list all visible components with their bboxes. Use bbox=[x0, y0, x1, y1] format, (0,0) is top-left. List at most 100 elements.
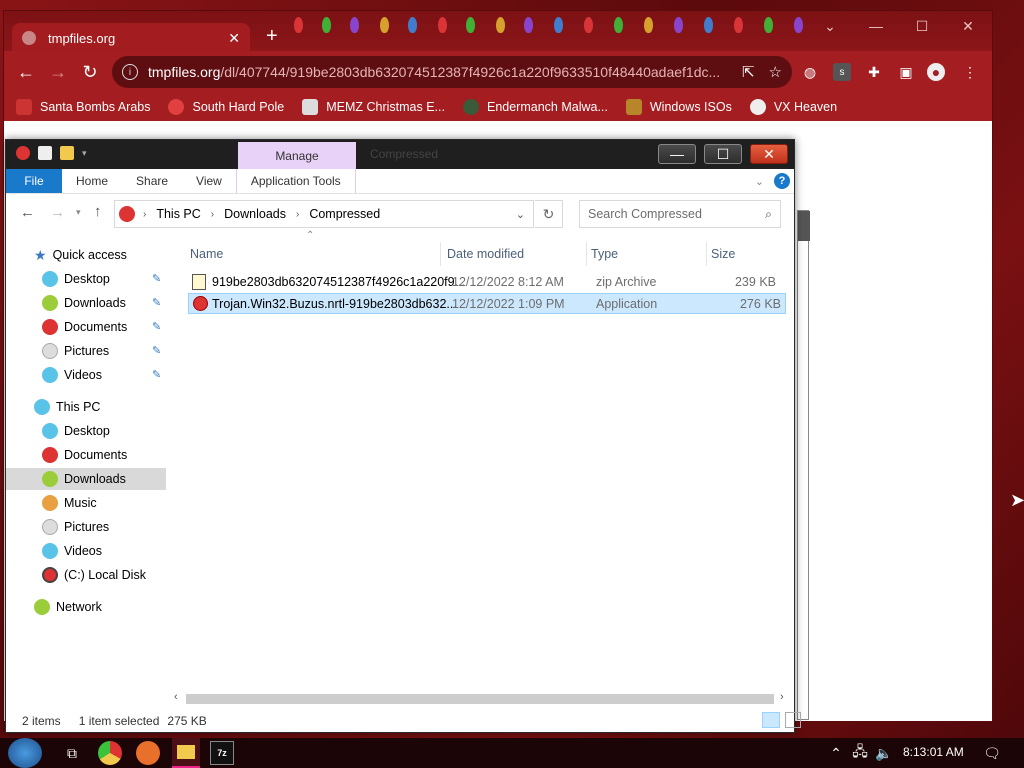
scroll-left-icon[interactable]: ‹ bbox=[174, 691, 178, 703]
address-bar[interactable]: i tmpfiles.org/dl/407744/919be2803db6320… bbox=[112, 56, 792, 88]
profile-avatar-icon[interactable]: ● bbox=[927, 63, 945, 81]
tab-home[interactable]: Home bbox=[62, 169, 122, 193]
nav-item[interactable]: (C:) Local Disk bbox=[42, 564, 202, 586]
zip-file-icon bbox=[192, 274, 206, 290]
minimize-button[interactable]: — bbox=[658, 144, 696, 164]
nav-item[interactable]: Downloads bbox=[42, 292, 202, 314]
details-view-icon[interactable] bbox=[762, 712, 780, 728]
nav-item[interactable]: Documents bbox=[42, 444, 202, 466]
extensions-puzzle-icon[interactable]: ✚ bbox=[865, 63, 883, 81]
bookmark-item[interactable]: South Hard Pole bbox=[168, 99, 284, 115]
taskbar-clock[interactable]: 8:13:01 AM bbox=[903, 745, 964, 759]
explorer-taskbar-icon[interactable] bbox=[172, 738, 200, 768]
forward-arrow-icon[interactable]: → bbox=[50, 204, 65, 221]
nav-network[interactable]: Network bbox=[34, 596, 194, 618]
tab-file[interactable]: File bbox=[6, 169, 62, 193]
start-orb-icon[interactable] bbox=[8, 738, 42, 768]
reload-icon[interactable]: ↻ bbox=[74, 56, 106, 88]
share-icon[interactable]: ⇱ bbox=[742, 63, 755, 81]
downloads-icon bbox=[42, 471, 58, 487]
mouse-cursor-icon: ➤ bbox=[1010, 490, 1024, 510]
scroll-right-icon[interactable]: › bbox=[780, 691, 784, 703]
tab-view[interactable]: View bbox=[182, 169, 236, 193]
new-folder-icon[interactable] bbox=[60, 146, 74, 160]
breadcrumb-compressed[interactable]: Compressed bbox=[309, 207, 380, 221]
recent-dropdown-icon[interactable]: ▾ bbox=[76, 207, 81, 218]
chevron-down-icon[interactable]: ⌄ bbox=[516, 208, 525, 221]
new-tab-icon[interactable]: + bbox=[266, 25, 278, 47]
nav-item-selected[interactable]: Downloads bbox=[6, 468, 166, 490]
site-info-icon[interactable]: i bbox=[122, 64, 138, 80]
large-icons-view-icon[interactable] bbox=[785, 712, 801, 728]
forward-icon[interactable]: → bbox=[42, 56, 74, 88]
network-tray-icon[interactable]: 🖧 bbox=[848, 741, 872, 765]
bookmarks-bar: Santa Bombs Arabs South Hard Pole MEMZ C… bbox=[4, 93, 992, 121]
nav-quick-access[interactable]: ★ Quick access bbox=[34, 244, 194, 266]
search-input[interactable]: Search Compressed ⌕ bbox=[579, 200, 781, 228]
tab-share[interactable]: Share bbox=[122, 169, 182, 193]
file-row-selected[interactable]: Trojan.Win32.Buzus.nrtl-919be2803db632..… bbox=[188, 293, 786, 314]
bookmark-item[interactable]: Santa Bombs Arabs bbox=[16, 99, 150, 115]
refresh-icon[interactable]: ↻ bbox=[535, 200, 563, 228]
firefox-taskbar-icon[interactable] bbox=[136, 741, 160, 765]
tray-chevron-icon[interactable]: ⌃ bbox=[824, 741, 848, 765]
address-bar[interactable]: › This PC › Downloads › Compressed ⌄ bbox=[114, 200, 534, 228]
tab-search-icon[interactable]: ⌄ bbox=[807, 11, 853, 41]
maximize-icon[interactable]: ☐ bbox=[899, 11, 945, 41]
7zip-taskbar-icon[interactable]: 7z bbox=[210, 741, 234, 765]
chrome-taskbar-icon[interactable] bbox=[98, 741, 122, 765]
videos-icon bbox=[42, 367, 58, 383]
close-icon[interactable]: ✕ bbox=[945, 11, 991, 41]
nav-item[interactable]: Videos bbox=[42, 540, 202, 562]
close-button[interactable]: ✕ bbox=[750, 144, 788, 164]
qat-dropdown-icon[interactable]: ▾ bbox=[82, 148, 87, 159]
manage-tab[interactable]: Manage bbox=[238, 142, 356, 170]
back-icon[interactable]: ← bbox=[10, 56, 42, 88]
up-arrow-icon[interactable]: ↑ bbox=[94, 203, 102, 220]
chevron-right-icon[interactable]: › bbox=[296, 209, 299, 220]
help-icon[interactable]: ? bbox=[774, 173, 790, 189]
browser-tab[interactable]: tmpfiles.org ✕ bbox=[12, 23, 250, 53]
extension-flag-icon[interactable]: ◍ bbox=[801, 63, 819, 81]
breadcrumb-downloads[interactable]: Downloads bbox=[224, 207, 286, 221]
nav-item[interactable]: Pictures bbox=[42, 340, 202, 362]
breadcrumb-this-pc[interactable]: This PC bbox=[156, 207, 200, 221]
column-header-size[interactable]: Size bbox=[707, 242, 779, 266]
extension-s-icon[interactable]: s bbox=[833, 63, 851, 81]
notification-icon[interactable]: 🗨 bbox=[980, 741, 1004, 765]
maximize-button[interactable]: ☐ bbox=[704, 144, 742, 164]
nav-this-pc[interactable]: This PC bbox=[34, 396, 194, 418]
expand-ribbon-icon[interactable]: ⌄ bbox=[755, 175, 764, 188]
task-view-icon[interactable]: ⧉ bbox=[60, 741, 84, 765]
bookmark-star-icon[interactable]: ☆ bbox=[769, 63, 782, 81]
nav-item[interactable]: Pictures bbox=[42, 516, 202, 538]
bookmark-item[interactable]: VX Heaven bbox=[749, 99, 837, 115]
videos-icon bbox=[42, 543, 58, 559]
side-panel-icon[interactable]: ▣ bbox=[897, 63, 915, 81]
file-list: ⌃ Name Date modified Type Size 919be2803… bbox=[182, 230, 786, 694]
column-header-date[interactable]: Date modified bbox=[443, 242, 587, 266]
bookmark-item[interactable]: Endermanch Malwa... bbox=[462, 99, 608, 115]
nav-item[interactable]: Desktop bbox=[42, 420, 202, 442]
chevron-right-icon[interactable]: › bbox=[211, 209, 214, 220]
menu-kebab-icon[interactable]: ⋮ bbox=[961, 63, 979, 81]
horizontal-scrollbar[interactable]: ‹ › bbox=[172, 691, 792, 708]
bookmark-item[interactable]: MEMZ Christmas E... bbox=[302, 99, 445, 115]
scrollbar-thumb[interactable] bbox=[186, 694, 774, 704]
file-type: Application bbox=[596, 297, 658, 311]
column-header-type[interactable]: Type bbox=[587, 242, 707, 266]
nav-item[interactable]: Desktop bbox=[42, 268, 202, 290]
file-row[interactable]: 919be2803db632074512387f4926c1a220f9... … bbox=[182, 272, 780, 293]
back-arrow-icon[interactable]: ← bbox=[20, 204, 35, 221]
bookmark-item[interactable]: Windows ISOs bbox=[625, 99, 732, 115]
nav-item[interactable]: Videos bbox=[42, 364, 202, 386]
tab-close-icon[interactable]: ✕ bbox=[228, 30, 240, 47]
nav-item[interactable]: Music bbox=[42, 492, 202, 514]
volume-icon[interactable]: 🔈 bbox=[872, 741, 896, 765]
chevron-right-icon[interactable]: › bbox=[143, 209, 146, 220]
minimize-icon[interactable]: — bbox=[853, 11, 899, 41]
tab-application-tools[interactable]: Application Tools bbox=[235, 169, 356, 193]
column-header-name[interactable]: Name bbox=[186, 242, 441, 266]
nav-item[interactable]: Documents bbox=[42, 316, 202, 338]
properties-icon[interactable] bbox=[38, 146, 52, 160]
